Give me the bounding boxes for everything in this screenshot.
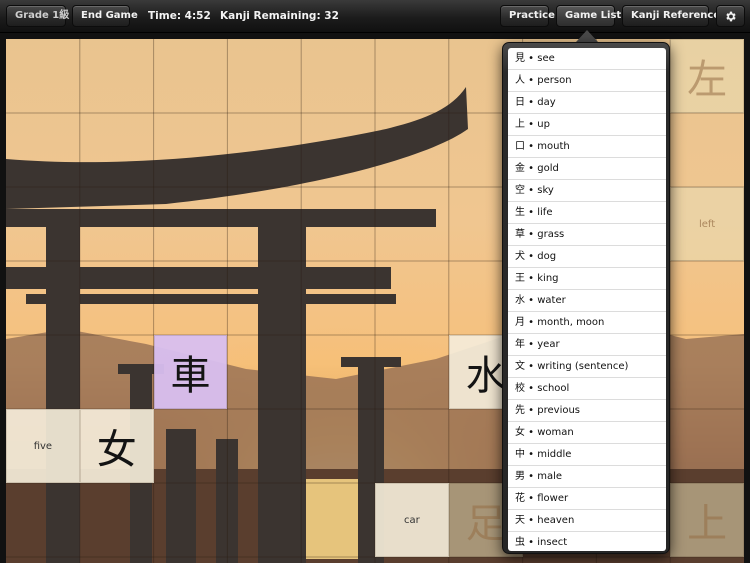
game-list-item[interactable]: 人 • person [508, 70, 666, 92]
tile-text: 水 [465, 353, 506, 399]
tile-text: 車 [170, 353, 211, 399]
grade-button[interactable]: Grade 1級 [6, 5, 69, 27]
tile-text: 左 [687, 57, 728, 103]
game-list-item[interactable]: 上 • up [508, 114, 666, 136]
game-list-item[interactable]: 先 • previous [508, 400, 666, 422]
game-list-item[interactable]: 文 • writing (sentence) [508, 356, 666, 378]
game-list-popover: 見 • see 人 • person 日 • day 上 • up 口 • mouth 金… [502, 42, 670, 554]
gear-icon [726, 11, 736, 22]
tile-text: five [33, 440, 53, 452]
game-list-item[interactable]: 花 • flower [508, 488, 666, 510]
kanji-tile[interactable]: 車 [153, 335, 228, 409]
kanji-tile[interactable]: 左 [670, 39, 744, 113]
game-list-item[interactable]: 校 • school [508, 378, 666, 400]
game-list-item[interactable]: 生 • life [508, 202, 666, 224]
game-list-item[interactable]: 空 • sky [508, 180, 666, 202]
popover-arrow [576, 30, 598, 42]
game-list-item[interactable]: 水 • water [508, 290, 666, 312]
game-list-item[interactable]: 月 • month, moon [508, 312, 666, 334]
game-list-item[interactable]: 犬 • dog [508, 246, 666, 268]
meaning-tile[interactable]: car [375, 483, 449, 557]
game-list-item[interactable]: 金 • gold [508, 158, 666, 180]
game-list-item[interactable]: 中 • middle [508, 444, 666, 466]
tile-text: car [404, 514, 420, 526]
tile-text: left [698, 218, 716, 230]
game-list-item[interactable]: 虫 • insect [508, 532, 666, 551]
settings-button[interactable] [716, 5, 745, 27]
kanji-tile[interactable]: 上 [670, 483, 744, 557]
kanji-reference-button[interactable]: Kanji Reference [622, 5, 720, 27]
game-list-item[interactable]: 女 • woman [508, 422, 666, 444]
end-game-button[interactable]: End Game [72, 5, 138, 27]
meaning-tile[interactable]: left [670, 187, 744, 261]
game-list-item[interactable]: 口 • mouth [508, 136, 666, 158]
kanji-tile[interactable]: 女 [79, 409, 154, 483]
game-list-item[interactable]: 男 • male [508, 466, 666, 488]
game-list[interactable]: 見 • see 人 • person 日 • day 上 • up 口 • mouth 金… [508, 48, 666, 551]
game-list-item[interactable]: 天 • heaven [508, 510, 666, 532]
game-list-item[interactable]: 年 • year [508, 334, 666, 356]
practice-button[interactable]: Practice [500, 5, 555, 27]
time-remaining-label: Time: 4:52 [148, 10, 211, 22]
game-list-item[interactable]: 日 • day [508, 92, 666, 114]
game-list-item[interactable]: 草 • grass [508, 224, 666, 246]
tile-text: 足 [465, 501, 506, 547]
game-list-item[interactable]: 見 • see [508, 48, 666, 70]
tile-text: 上 [687, 501, 728, 547]
game-list-button[interactable]: Game List [556, 5, 621, 27]
kanji-remaining-label: Kanji Remaining: 32 [220, 10, 339, 22]
tile-text: 女 [96, 427, 137, 473]
game-list-item[interactable]: 王 • king [508, 268, 666, 290]
top-toolbar: Grade 1級 End Game Time: 4:52 Kanji Remai… [0, 0, 750, 33]
meaning-tile[interactable]: five [6, 409, 80, 483]
